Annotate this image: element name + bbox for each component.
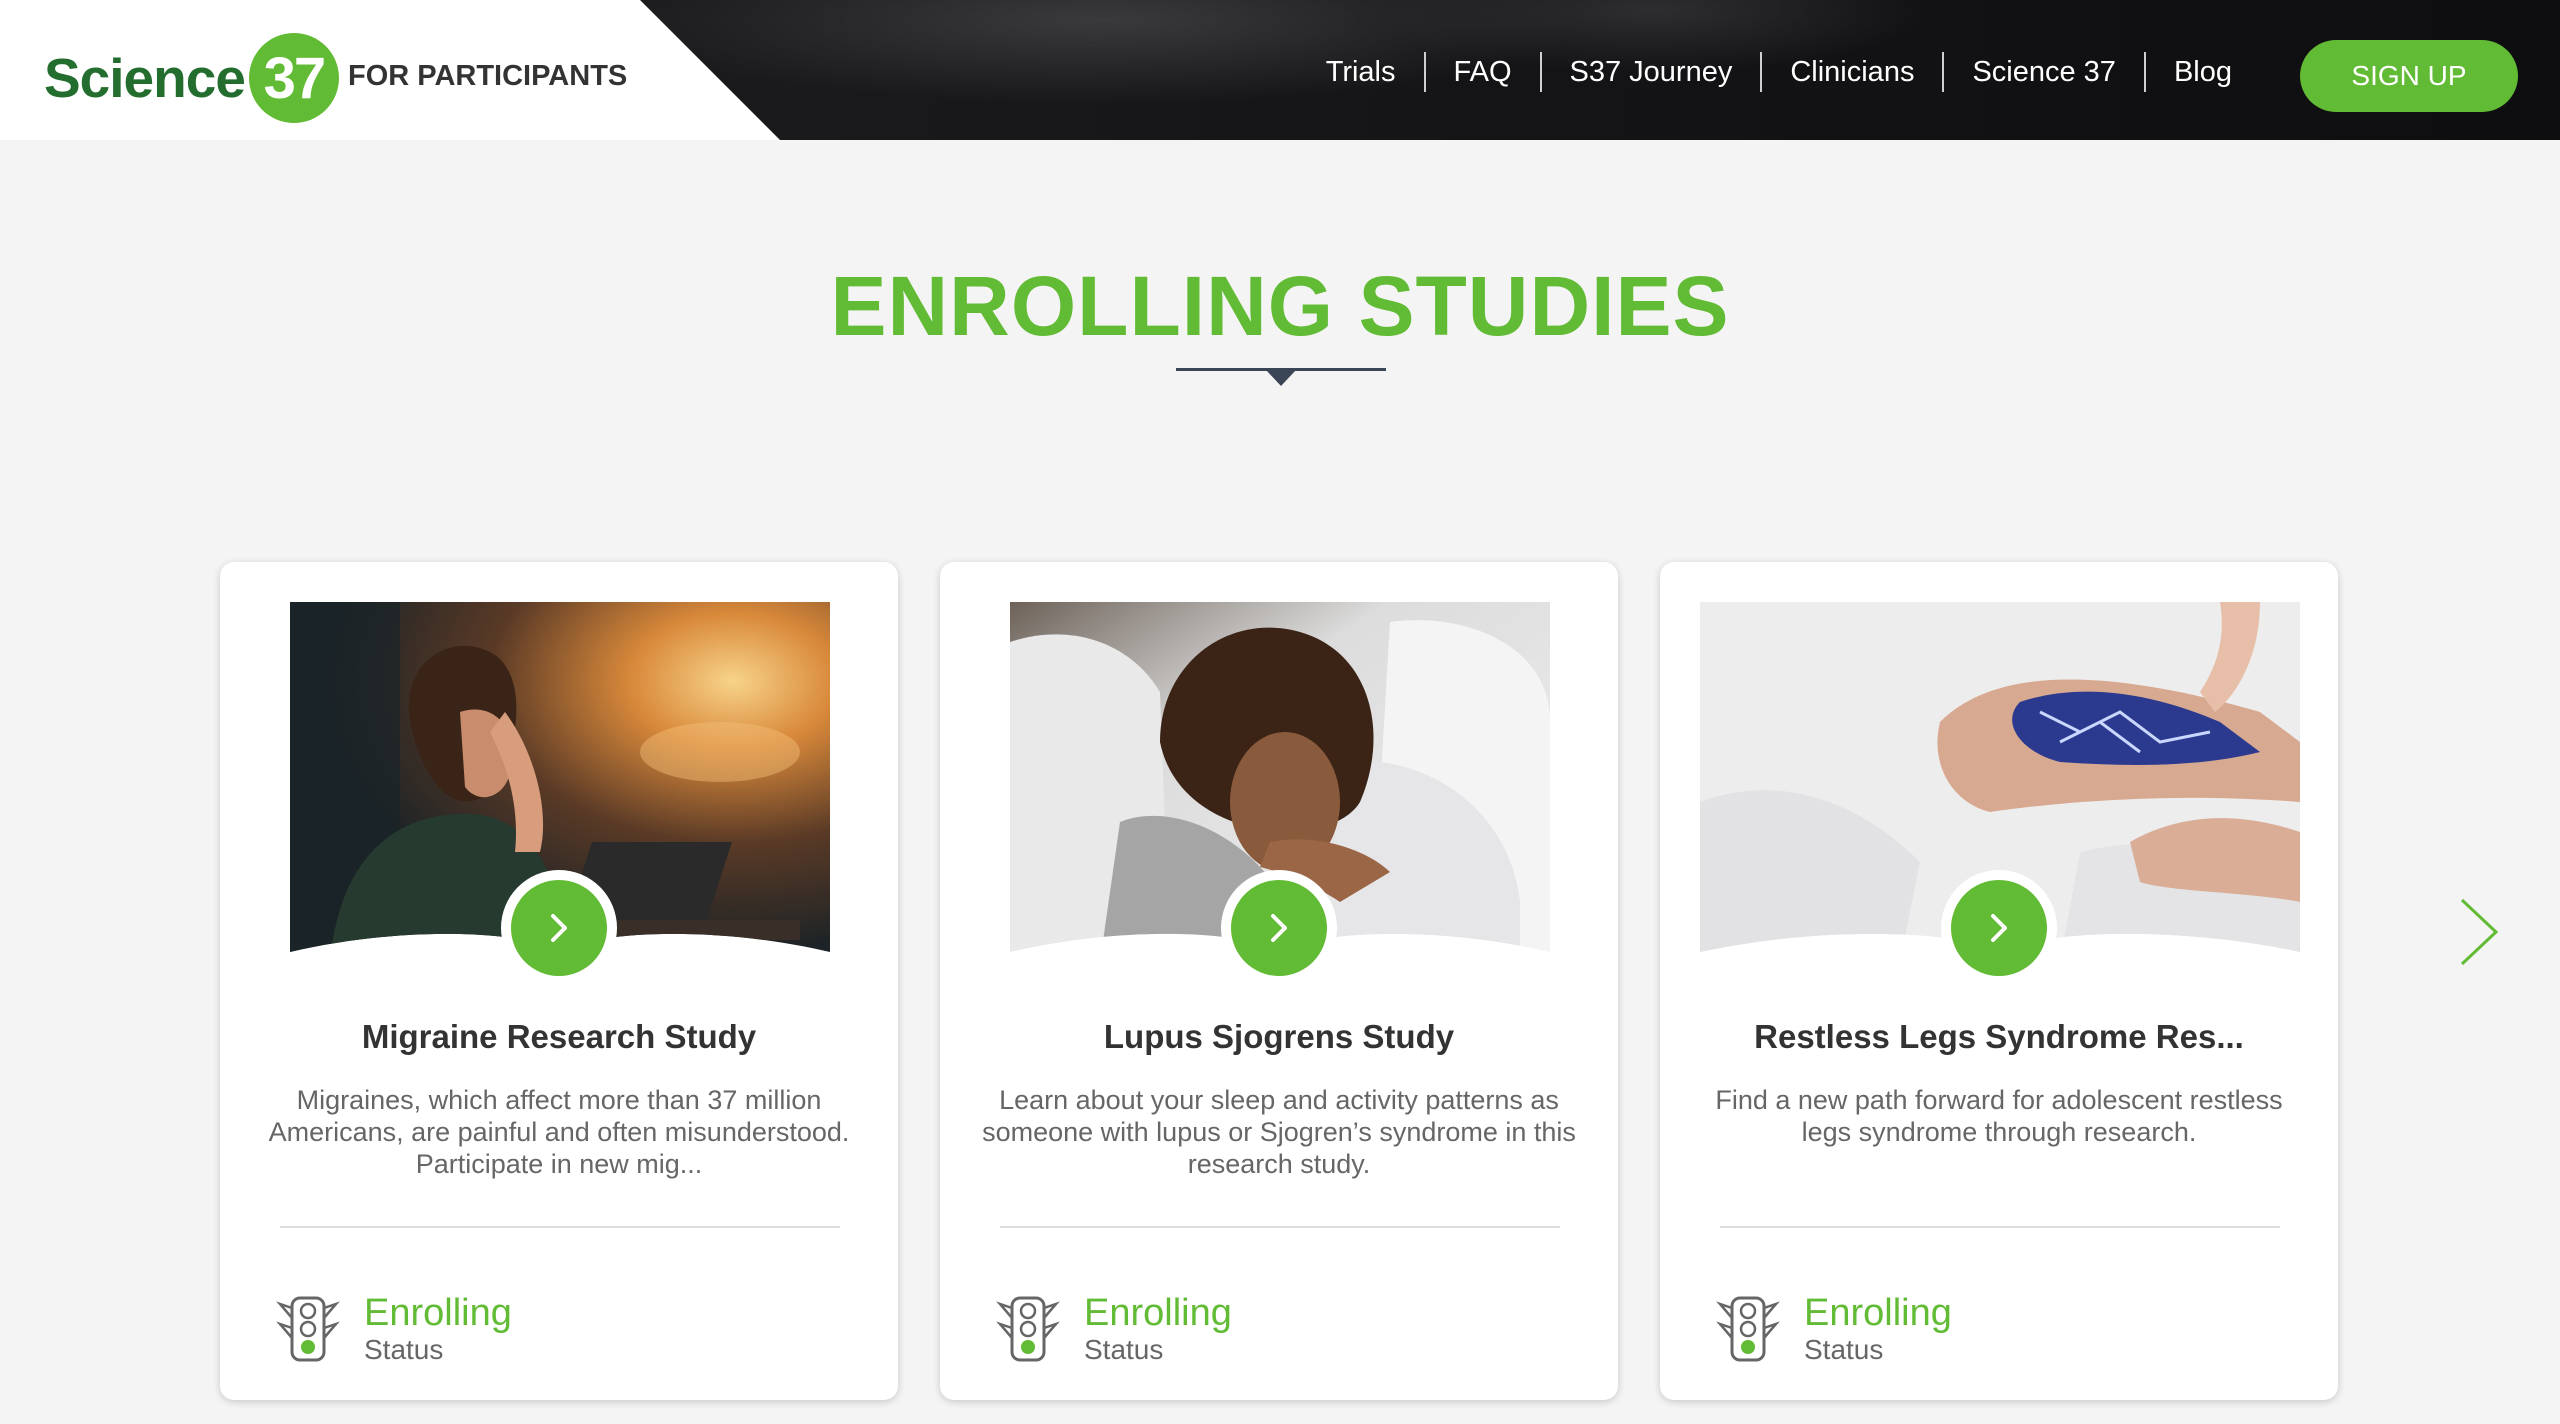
card-title[interactable]: Lupus Sjogrens Study — [940, 1018, 1618, 1056]
card-description: Find a new path forward for adolescent r… — [1715, 1085, 2283, 1147]
card-description: Learn about your sleep and activity patt… — [982, 1085, 1576, 1179]
card-title[interactable]: Migraine Research Study — [220, 1018, 898, 1056]
logo[interactable]: Science 37 — [44, 32, 339, 124]
open-study-button[interactable] — [511, 880, 607, 976]
chevron-right-icon — [551, 914, 567, 942]
section-title: ENROLLING STUDIES — [830, 259, 1730, 353]
study-card-migraine[interactable]: Migraine Research Study Migraines, which… — [220, 562, 898, 1400]
logo-badge: 37 — [248, 33, 339, 123]
nav-blog[interactable]: Blog — [2143, 52, 2260, 92]
traffic-light-icon — [276, 1296, 340, 1362]
status-value: Enrolling — [1084, 1292, 1232, 1334]
card-divider — [280, 1226, 840, 1228]
traffic-light-icon — [1716, 1296, 1780, 1362]
card-divider — [1720, 1226, 2280, 1228]
sign-up-button[interactable]: SIGN UP — [2300, 40, 2518, 112]
chevron-right-icon — [1991, 914, 2007, 942]
main-nav: Trials FAQ S37 Journey Clinicians Scienc… — [1298, 52, 2260, 92]
nav-trials[interactable]: Trials — [1298, 52, 1424, 92]
open-study-button[interactable] — [1951, 880, 2047, 976]
nav-faq[interactable]: FAQ — [1423, 52, 1540, 92]
site-header: Science 37 FOR PARTICIPANTS Trials FAQ S… — [0, 0, 2560, 140]
nav-s37-journey[interactable]: S37 Journey — [1539, 52, 1761, 92]
tagline: FOR PARTICIPANTS — [348, 60, 628, 92]
nav-science-37[interactable]: Science 37 — [1942, 52, 2144, 92]
card-description: Migraines, which affect more than 37 mil… — [268, 1085, 850, 1179]
heading-caret-icon — [1266, 370, 1296, 386]
traffic-light-icon — [996, 1296, 1060, 1362]
card-title[interactable]: Restless Legs Syndrome Res... — [1660, 1018, 2338, 1056]
carousel-next-icon[interactable] — [2458, 896, 2502, 968]
status-label: Status — [364, 1334, 444, 1365]
status-value: Enrolling — [364, 1292, 512, 1334]
card-divider — [1000, 1226, 1560, 1228]
status-value: Enrolling — [1804, 1292, 1952, 1334]
status-label: Status — [1804, 1334, 1884, 1365]
chevron-right-icon — [1271, 914, 1287, 942]
study-card-lupus[interactable]: Lupus Sjogrens Study Learn about your sl… — [940, 562, 1618, 1400]
logo-text: Science — [44, 47, 246, 109]
study-card-restless-legs[interactable]: Restless Legs Syndrome Res... Find a new… — [1660, 562, 2338, 1400]
nav-clinicians[interactable]: Clinicians — [1760, 52, 1942, 92]
open-study-button[interactable] — [1231, 880, 1327, 976]
status-label: Status — [1084, 1334, 1164, 1365]
